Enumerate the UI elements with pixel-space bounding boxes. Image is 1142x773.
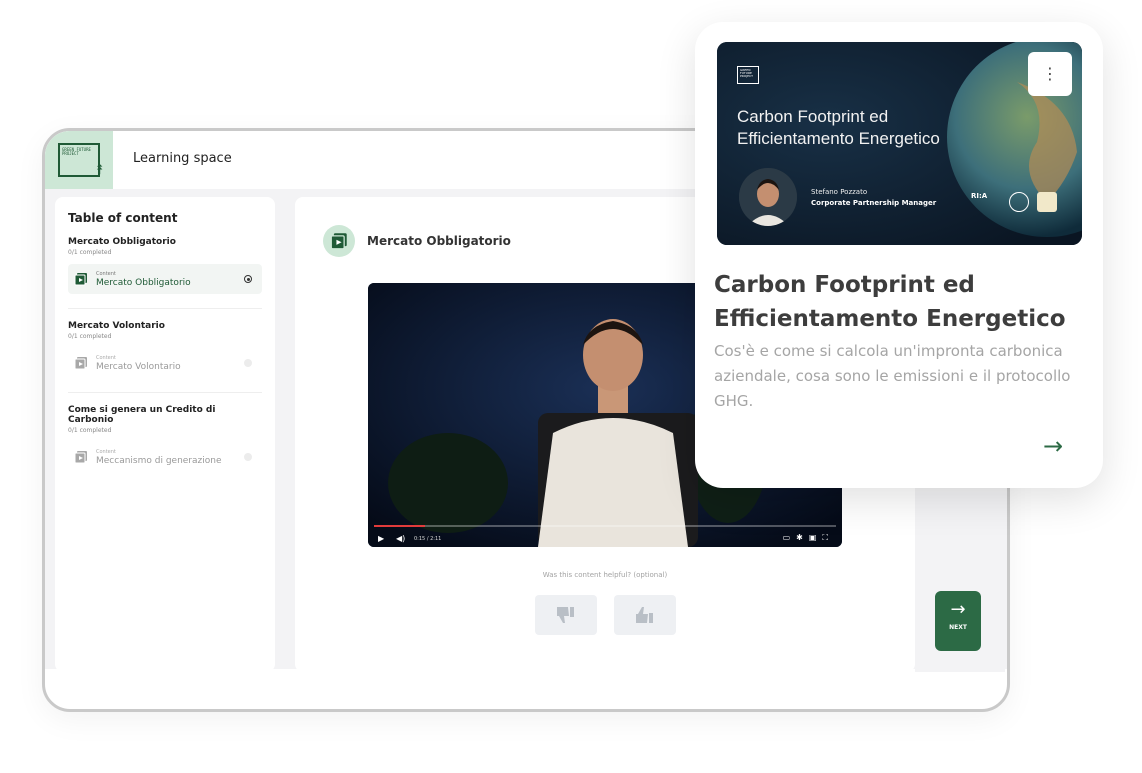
toc-section: Mercato Obbligatorio 0/1 completed Conte… (68, 237, 262, 294)
logo-text: GREEN FUTURE PROJECT (62, 147, 91, 156)
content-title: Mercato Obbligatorio (367, 234, 511, 248)
arrow-right-icon: → (950, 599, 966, 620)
next-label: NEXT (949, 624, 967, 631)
thumbs-up-button[interactable] (614, 595, 676, 635)
section-title: Mercato Obbligatorio (68, 237, 176, 247)
divider (68, 308, 262, 309)
item-status-radio (244, 275, 252, 283)
item-name: Meccanismo di generazione (96, 455, 222, 466)
section-progress: 0/1 completed (68, 333, 112, 340)
course-card[interactable]: GREEN FUTURE PROJECT Carbon Footprint ed… (695, 22, 1103, 488)
item-status-radio (244, 359, 252, 367)
play-icon[interactable]: ▶ (378, 534, 384, 543)
next-button[interactable]: → NEXT (935, 591, 981, 651)
course-title: Carbon Footprint ed Efficientamento Ener… (714, 272, 1066, 332)
toc-section: Mercato Volontario 0/1 completed Content… (68, 321, 262, 378)
tree-icon: ⯭ (95, 162, 104, 178)
video-controls: ▶ ◀) 0:15 / 2:11 ▭✱▣⛶ (368, 529, 842, 547)
certification-badge (1037, 192, 1057, 212)
volume-icon[interactable]: ◀) (396, 534, 405, 543)
thumbs-down-icon (557, 607, 574, 623)
course-thumbnail: GREEN FUTURE PROJECT Carbon Footprint ed… (717, 42, 1082, 245)
divider (68, 392, 262, 393)
toc-item-mercato-volontario[interactable]: Content Mercato Volontario (68, 348, 262, 378)
kebab-menu-icon: ⋮ (1042, 64, 1058, 83)
section-progress: 0/1 completed (68, 427, 112, 434)
item-kind: Content (96, 270, 116, 277)
section-title: Come si genera un Credito di Carbonio (68, 405, 216, 425)
video-content-icon (74, 272, 88, 286)
toc-title: Table of content (68, 211, 178, 225)
green-future-project-logo: GREEN FUTURE PROJECT (737, 66, 759, 84)
toc-section: Come si genera un Credito di Carbonio 0/… (68, 405, 262, 472)
video-content-icon (323, 225, 355, 257)
video-progress-bar[interactable] (374, 525, 836, 527)
section-progress: 0/1 completed (68, 249, 112, 256)
toc-item-mercato-obbligatorio[interactable]: Content Mercato Obbligatorio (68, 264, 262, 294)
thumbnail-title: Carbon Footprint ed Efficientamento Ener… (737, 107, 940, 148)
player-settings-icons[interactable]: ▭✱▣⛶ (783, 533, 834, 543)
app-logo[interactable]: GREEN FUTURE PROJECT ⯭ (45, 131, 113, 189)
b-corp-badge (1009, 192, 1029, 212)
item-status-radio (244, 453, 252, 461)
video-content-icon (74, 356, 88, 370)
logo-text: GREEN FUTURE PROJECT (740, 68, 753, 78)
section-title: Mercato Volontario (68, 321, 165, 331)
item-kind: Content (96, 354, 116, 361)
item-name: Mercato Obbligatorio (96, 277, 191, 288)
video-time: 0:15 / 2:11 (414, 536, 442, 542)
item-kind: Content (96, 448, 116, 455)
table-of-content: Table of content Mercato Obbligatorio 0/… (55, 197, 275, 672)
course-description: Cos'è e come si calcola un'impronta carb… (714, 342, 1071, 410)
thumbs-down-button[interactable] (535, 595, 597, 635)
presenter-avatar (739, 168, 797, 226)
app-title: Learning space (133, 151, 232, 166)
thumbs-up-icon (636, 607, 653, 623)
video-content-icon (74, 450, 88, 464)
item-name: Mercato Volontario (96, 361, 181, 372)
presenter-name: Stefano Pozzato (811, 188, 868, 196)
more-options-button[interactable]: ⋮ (1028, 52, 1072, 96)
feedback-prompt: Was this content helpful? (optional) (542, 571, 668, 579)
arrow-right-icon[interactable]: → (1043, 432, 1063, 460)
green-future-project-logo: GREEN FUTURE PROJECT ⯭ (58, 143, 104, 177)
ria-badge: RI:A (971, 192, 988, 200)
toc-item-meccanismo-di-generazione[interactable]: Content Meccanismo di generazione (68, 442, 262, 472)
presenter-role: Corporate Partnership Manager (811, 199, 937, 207)
content-header: Mercato Obbligatorio (323, 225, 511, 257)
